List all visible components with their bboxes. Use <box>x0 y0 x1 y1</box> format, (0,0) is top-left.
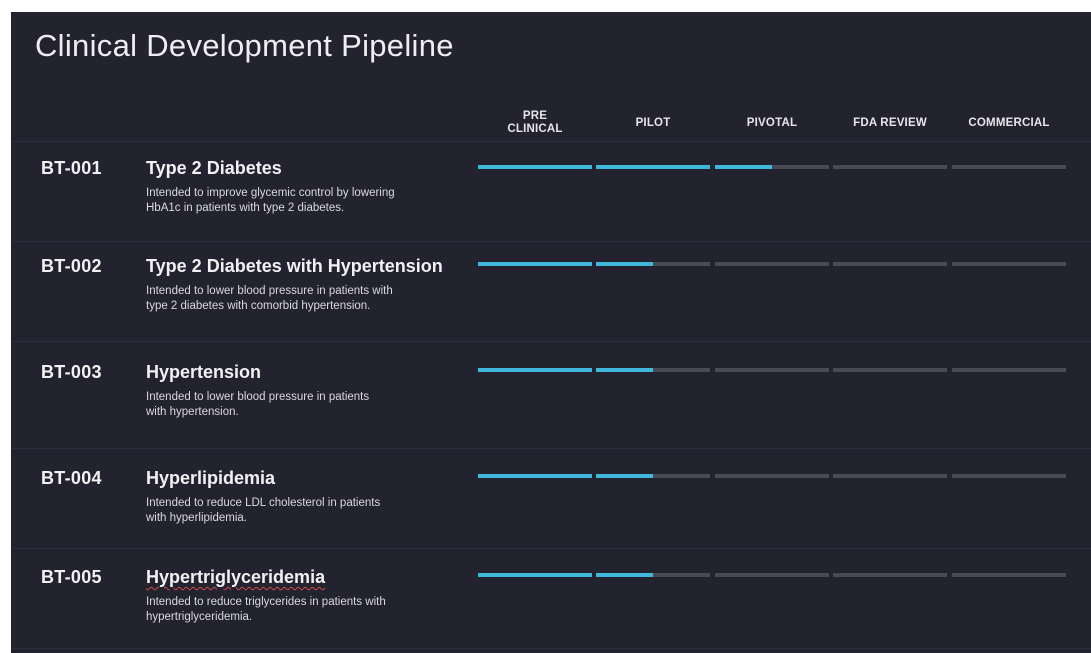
stage-progress-bar <box>596 262 710 266</box>
stage-header-label: PILOT <box>635 116 671 129</box>
divider <box>11 648 1091 649</box>
program-description: Intended to reduce LDL cholesterol in pa… <box>146 496 446 526</box>
stage-progress-bar <box>715 368 829 372</box>
stage-header-label: COMMERCIAL <box>968 116 1050 129</box>
stage-header-label: CLINICAL <box>507 123 563 135</box>
stage-header-pivotal: PIVOTAL <box>715 109 829 137</box>
stage-progress-fill <box>596 368 653 372</box>
divider <box>11 548 1091 549</box>
stage-progress-bar <box>715 474 829 478</box>
stage-header-fda-review: FDA REVIEW <box>833 109 947 137</box>
stage-progress-bar <box>478 262 592 266</box>
stage-progress-bar <box>833 165 947 169</box>
stage-progress-bar <box>833 262 947 266</box>
divider <box>11 241 1091 242</box>
description-line: Intended to reduce triglycerides in pati… <box>146 596 386 608</box>
stage-progress-bar <box>952 474 1066 478</box>
stage-progress-fill <box>478 165 592 169</box>
stage-progress-fill <box>596 165 710 169</box>
stage-progress-bar <box>833 474 947 478</box>
stage-progress-bar <box>952 165 1066 169</box>
program-description: Intended to improve glycemic control by … <box>146 186 446 216</box>
stage-header-label: PRE <box>522 110 548 122</box>
stage-progress-bar <box>478 573 592 577</box>
stage-progress-fill <box>478 474 592 478</box>
stage-progress-bar <box>596 474 710 478</box>
stage-progress-bar <box>478 165 592 169</box>
description-line: type 2 diabetes with comorbid hypertensi… <box>146 300 371 312</box>
stage-progress-bar <box>833 573 947 577</box>
description-line: hypertriglyceridemia. <box>146 611 253 623</box>
description-line: Intended to lower blood pressure in pati… <box>146 285 393 297</box>
stage-progress-fill <box>715 165 772 169</box>
program-name: Hypertension <box>146 362 262 382</box>
stage-header-preclinical: PRE CLINICAL <box>478 109 592 137</box>
stage-progress-bar <box>596 573 710 577</box>
stage-progress-bar <box>715 165 829 169</box>
divider <box>11 341 1091 342</box>
stage-progress-fill <box>596 262 653 266</box>
stage-progress-bar <box>478 474 592 478</box>
program-name: Type 2 Diabetes with Hypertension <box>146 256 443 276</box>
stage-progress-bar <box>596 368 710 372</box>
stage-progress-bar <box>952 262 1066 266</box>
description-line: with hyperlipidemia. <box>146 512 247 524</box>
program-name: Type 2 Diabetes <box>146 158 282 178</box>
program-name: Hypertriglyceridemia <box>146 567 326 587</box>
description-line: with hypertension. <box>146 406 239 418</box>
program-code: BT-005 <box>41 567 102 587</box>
program-description: Intended to lower blood pressure in pati… <box>146 284 446 314</box>
program-code: BT-002 <box>41 256 102 276</box>
stage-progress-bar <box>478 368 592 372</box>
stage-progress-fill <box>596 474 653 478</box>
program-code: BT-003 <box>41 362 102 382</box>
stage-header-label: FDA REVIEW <box>853 116 927 129</box>
stage-progress-bar <box>952 573 1066 577</box>
pipeline-panel: Clinical Development Pipeline PRE CLINIC… <box>11 12 1091 653</box>
stage-progress-bar <box>715 262 829 266</box>
stage-progress-fill <box>596 573 653 577</box>
divider <box>11 141 1091 142</box>
program-description: Intended to reduce triglycerides in pati… <box>146 595 446 625</box>
program-code: BT-004 <box>41 468 102 488</box>
stage-progress-bar <box>596 165 710 169</box>
description-line: Intended to improve glycemic control by … <box>146 187 395 199</box>
stage-header-pilot: PILOT <box>596 109 710 137</box>
stage-header-commercial: COMMERCIAL <box>952 109 1066 137</box>
stage-progress-fill <box>478 262 592 266</box>
stage-progress-bar <box>952 368 1066 372</box>
stage-progress-bar <box>715 573 829 577</box>
description-line: Intended to lower blood pressure in pati… <box>146 391 370 403</box>
divider <box>11 448 1091 449</box>
program-name: Hyperlipidemia <box>146 468 276 488</box>
page-title: Clinical Development Pipeline <box>35 28 454 63</box>
stage-progress-fill <box>478 573 592 577</box>
stage-progress-bar <box>833 368 947 372</box>
stage-header-label: PIVOTAL <box>746 116 798 129</box>
program-description: Intended to lower blood pressure in pati… <box>146 390 446 420</box>
program-code: BT-001 <box>41 158 102 178</box>
description-line: HbA1c in patients with type 2 diabetes. <box>146 202 345 214</box>
description-line: Intended to reduce LDL cholesterol in pa… <box>146 497 381 509</box>
stage-progress-fill <box>478 368 592 372</box>
